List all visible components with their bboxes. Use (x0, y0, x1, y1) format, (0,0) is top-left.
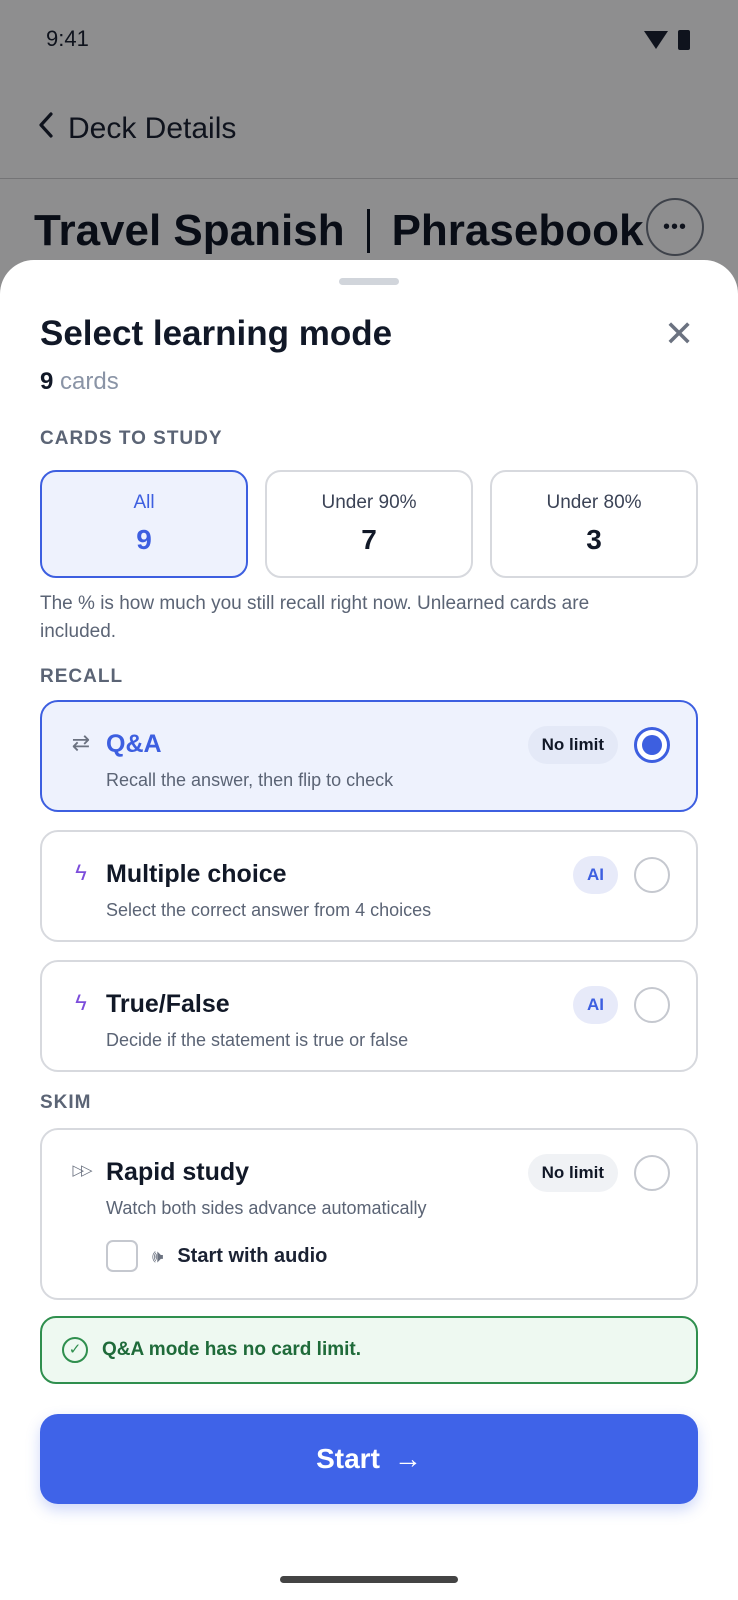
cards-to-study-label: CARDS TO STUDY (40, 428, 223, 449)
mode-name: Rapid study (106, 1158, 250, 1186)
mode-true-false[interactable]: ϟ True/False Decide if the statement is … (40, 960, 698, 1072)
speaker-icon: 🕪 (152, 1245, 164, 1266)
lightning-icon: ϟ (75, 990, 87, 1015)
mode-rapid-study[interactable]: ▷▷ Rapid study Watch both sides advance … (40, 1128, 698, 1300)
filter-all[interactable]: All 9 (40, 470, 248, 578)
mode-multiple-choice[interactable]: ϟ Multiple choice Select the correct ans… (40, 830, 698, 942)
ai-badge: AI (573, 856, 618, 894)
ai-badge: AI (573, 986, 618, 1024)
mode-radio[interactable] (634, 857, 670, 893)
mode-radio[interactable] (634, 1155, 670, 1191)
fast-forward-icon: ▷▷ (72, 1162, 92, 1179)
sheet-title: Select learning mode (40, 314, 393, 353)
filter-value: 7 (361, 524, 377, 555)
mode-radio[interactable] (634, 987, 670, 1023)
recall-hint: The % is how much you still recall right… (40, 593, 590, 642)
start-label: Start (316, 1443, 380, 1474)
mode-name: True/False (106, 990, 230, 1018)
swap-icon: ⇄ (71, 730, 91, 755)
mode-qa[interactable]: ⇄ Q&A Recall the answer, then flip to ch… (40, 700, 698, 812)
no-limit-badge: No limit (527, 1154, 618, 1192)
no-limit-badge: No limit (527, 726, 618, 764)
mode-description: Decide if the statement is true or false (106, 1030, 409, 1050)
card-count: 9 cards (40, 368, 119, 396)
mode-description: Select the correct answer from 4 choices (106, 900, 432, 920)
learning-mode-sheet: Select learning mode ✕ 9 cards CARDS TO … (0, 260, 738, 1600)
home-indicator[interactable] (280, 1576, 458, 1583)
filter-under-90[interactable]: Under 90% 7 (265, 470, 473, 578)
card-count-number: 9 (40, 368, 54, 395)
filter-label: Under 90% (321, 492, 417, 513)
filter-value: 9 (136, 524, 152, 555)
audio-checkbox[interactable] (106, 1240, 138, 1272)
filter-under-80[interactable]: Under 80% 3 (490, 470, 698, 578)
lightning-icon: ϟ (75, 860, 87, 885)
arrow-right-icon: → (393, 1443, 422, 1474)
filter-label: All (133, 492, 155, 513)
skim-label: SKIM (40, 1092, 92, 1113)
start-button[interactable]: Start → (40, 1414, 698, 1504)
mode-radio[interactable] (634, 727, 670, 763)
recall-label: RECALL (40, 666, 124, 687)
mode-description: Watch both sides advance automatically (106, 1198, 427, 1218)
mode-description: Recall the answer, then flip to check (106, 770, 394, 790)
audio-label: Start with audio (177, 1244, 328, 1267)
mode-name: Q&A (106, 730, 162, 758)
notice-text: Q&A mode has no card limit. (102, 1339, 362, 1360)
check-circle-icon: ✓ (62, 1337, 88, 1363)
limit-notice: ✓ Q&A mode has no card limit. (40, 1316, 698, 1384)
start-with-audio-option[interactable]: 🕪 Start with audio (106, 1240, 327, 1272)
close-icon[interactable]: ✕ (664, 316, 694, 352)
drag-handle[interactable] (339, 278, 399, 285)
mode-name: Multiple choice (106, 860, 287, 888)
filter-label: Under 80% (546, 492, 642, 513)
filter-value: 3 (586, 524, 602, 555)
card-count-unit: cards (60, 368, 119, 395)
